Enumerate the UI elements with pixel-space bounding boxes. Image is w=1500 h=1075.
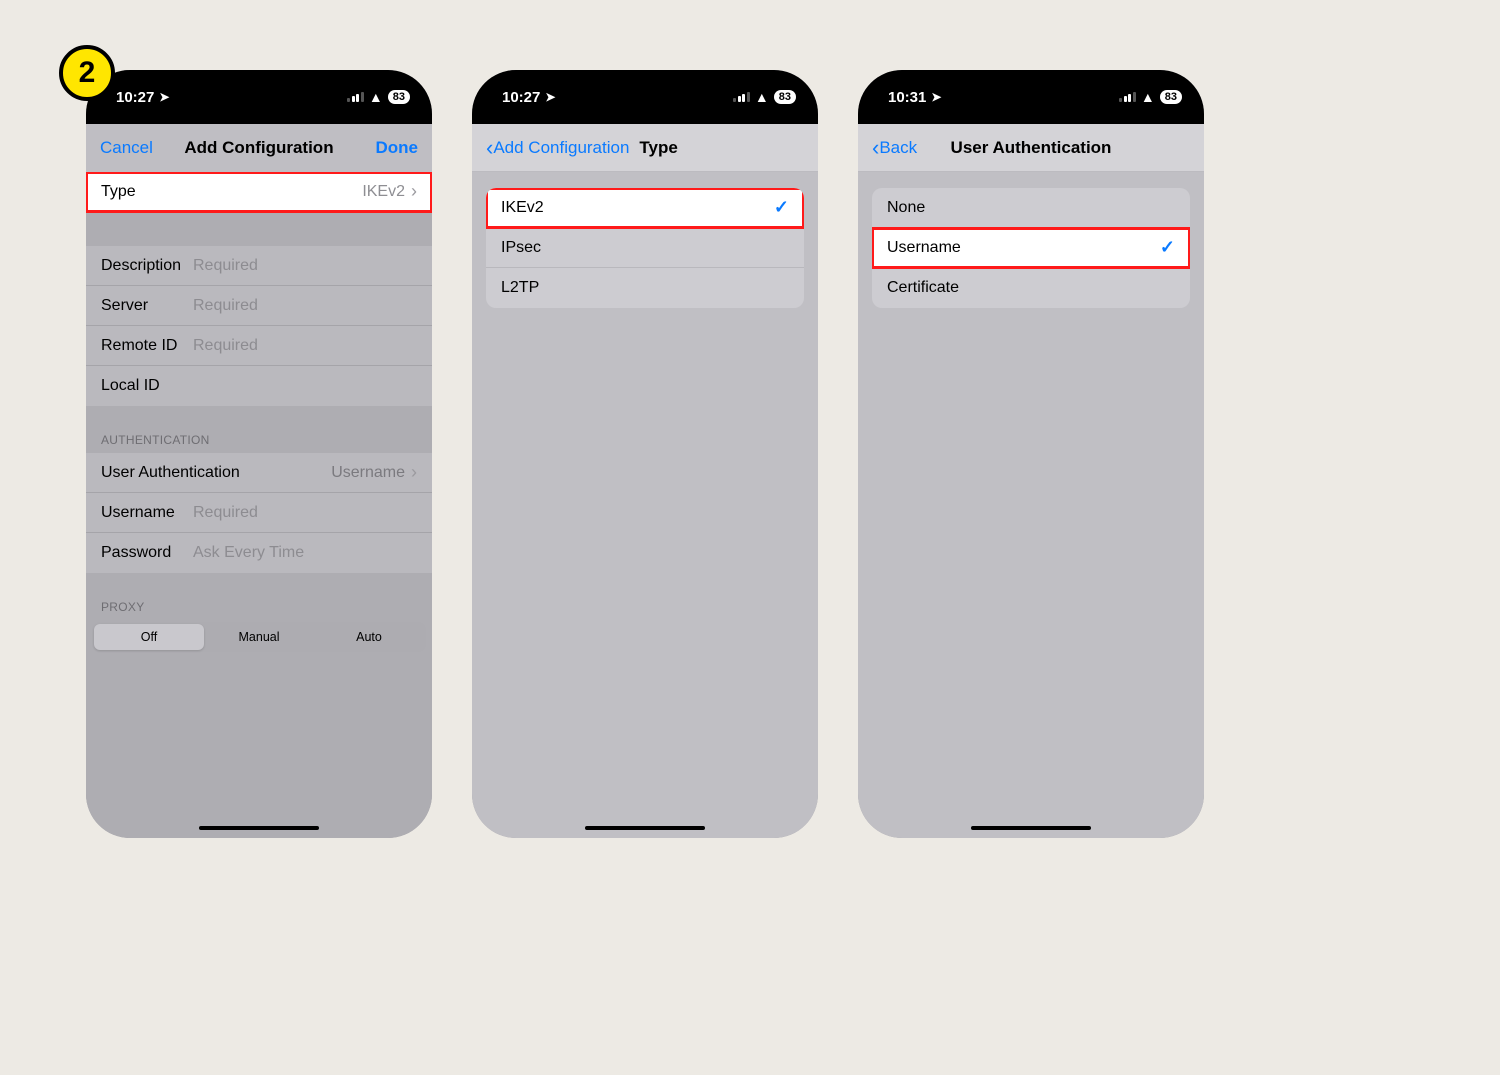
remote-id-row[interactable]: Remote ID Required (86, 326, 432, 366)
phone-add-configuration: 10:27 ➤ ▲ 83 Cancel Add Configuration Do… (86, 70, 432, 838)
location-icon: ➤ (545, 90, 555, 104)
phone-type-picker: 10:27 ➤ ▲ 83 ‹Add Configuration Type IKE… (472, 70, 818, 838)
cellular-icon (733, 92, 750, 102)
username-row[interactable]: Username Required (86, 493, 432, 533)
home-indicator[interactable] (971, 826, 1091, 830)
auth-list-content: None Username ✓ Certificate (858, 172, 1204, 838)
phone-stage: 10:27 ➤ ▲ 83 Cancel Add Configuration Do… (0, 0, 1290, 924)
chevron-left-icon: ‹ (872, 137, 879, 159)
username-label: Username (101, 504, 183, 522)
status-time: 10:31 (888, 89, 926, 106)
remote-id-placeholder: Required (193, 337, 258, 355)
proxy-segmented-control[interactable]: Off Manual Auto (92, 622, 426, 652)
cellular-icon (1119, 92, 1136, 102)
user-auth-row[interactable]: User Authentication Username › (86, 453, 432, 493)
status-time: 10:27 (116, 89, 154, 106)
username-placeholder: Required (193, 504, 258, 522)
option-label: Username (887, 239, 969, 257)
phone-user-auth-picker: 10:31 ➤ ▲ 83 ‹Back User Authentication N… (858, 70, 1204, 838)
description-row[interactable]: Description Required (86, 246, 432, 286)
type-option-l2tp[interactable]: L2TP (486, 268, 804, 308)
option-label: IPsec (501, 239, 583, 257)
type-option-ipsec[interactable]: IPsec (486, 228, 804, 268)
status-bar: 10:27 ➤ ▲ 83 (472, 70, 818, 124)
battery-indicator: 83 (388, 90, 410, 104)
server-placeholder: Required (193, 297, 258, 315)
proxy-auto-segment[interactable]: Auto (314, 624, 424, 650)
chevron-left-icon: ‹ (486, 137, 493, 159)
type-list-content: IKEv2 ✓ IPsec L2TP (472, 172, 818, 838)
checkmark-icon: ✓ (774, 197, 789, 218)
nav-title: Type (639, 138, 677, 158)
chevron-right-icon: › (411, 462, 417, 483)
wifi-icon: ▲ (1141, 89, 1155, 105)
nav-bar: ‹Add Configuration Type (472, 124, 818, 172)
wifi-icon: ▲ (369, 89, 383, 105)
proxy-manual-segment[interactable]: Manual (204, 624, 314, 650)
user-auth-label: User Authentication (101, 464, 251, 482)
chevron-right-icon: › (411, 181, 417, 202)
password-row[interactable]: Password Ask Every Time (86, 533, 432, 573)
option-label: Certificate (887, 279, 969, 297)
type-row[interactable]: Type IKEv2 › (86, 172, 432, 212)
wifi-icon: ▲ (755, 89, 769, 105)
remote-id-label: Remote ID (101, 337, 183, 355)
auth-section-header: AUTHENTICATION (86, 426, 432, 453)
user-auth-value: Username (331, 464, 405, 482)
type-value: IKEv2 (362, 183, 405, 201)
description-label: Description (101, 257, 183, 275)
location-icon: ➤ (159, 90, 169, 104)
proxy-section-header: PROXY (86, 593, 432, 620)
status-bar: 10:27 ➤ ▲ 83 (86, 70, 432, 124)
checkmark-icon: ✓ (1160, 237, 1175, 258)
auth-option-certificate[interactable]: Certificate (872, 268, 1190, 308)
battery-indicator: 83 (1160, 90, 1182, 104)
form-content: Type IKEv2 › Description Required Server… (86, 172, 432, 838)
nav-bar: Cancel Add Configuration Done (86, 124, 432, 172)
step-badge: 2 (59, 45, 115, 101)
type-label: Type (101, 183, 183, 201)
password-placeholder: Ask Every Time (193, 544, 304, 562)
password-label: Password (101, 544, 183, 562)
nav-title: User Authentication (872, 138, 1190, 158)
option-label: IKEv2 (501, 199, 583, 217)
cancel-button[interactable]: Cancel (100, 138, 153, 158)
local-id-label: Local ID (101, 377, 183, 395)
proxy-off-segment[interactable]: Off (94, 624, 204, 650)
option-label: None (887, 199, 969, 217)
local-id-row[interactable]: Local ID (86, 366, 432, 406)
location-icon: ➤ (931, 90, 941, 104)
status-time: 10:27 (502, 89, 540, 106)
back-button[interactable]: ‹Back (872, 137, 917, 159)
home-indicator[interactable] (199, 826, 319, 830)
server-label: Server (101, 297, 183, 315)
battery-indicator: 83 (774, 90, 796, 104)
back-button[interactable]: ‹Add Configuration (486, 137, 629, 159)
type-option-ikev2[interactable]: IKEv2 ✓ (486, 188, 804, 228)
home-indicator[interactable] (585, 826, 705, 830)
option-label: L2TP (501, 279, 583, 297)
status-bar: 10:31 ➤ ▲ 83 (858, 70, 1204, 124)
description-placeholder: Required (193, 257, 258, 275)
cellular-icon (347, 92, 364, 102)
done-button[interactable]: Done (376, 138, 419, 158)
auth-option-username[interactable]: Username ✓ (872, 228, 1190, 268)
server-row[interactable]: Server Required (86, 286, 432, 326)
nav-bar: ‹Back User Authentication (858, 124, 1204, 172)
auth-option-none[interactable]: None (872, 188, 1190, 228)
